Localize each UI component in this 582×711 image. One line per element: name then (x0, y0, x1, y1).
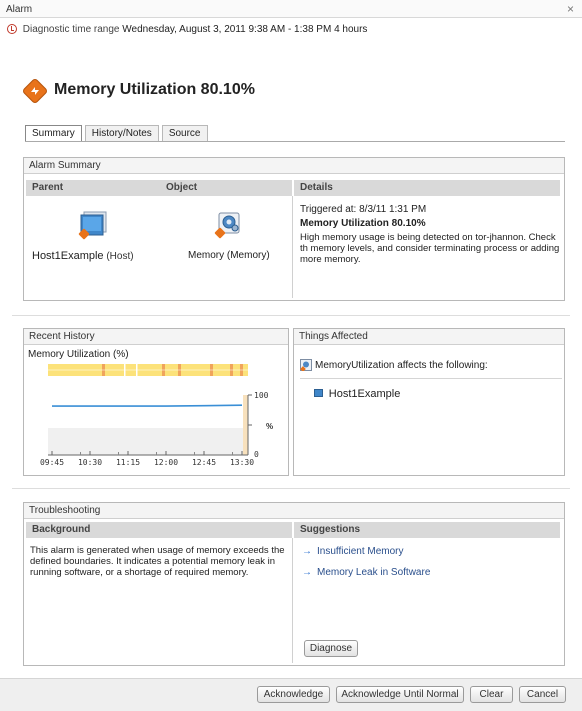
affects-divider (300, 378, 562, 379)
tab-summary[interactable]: Summary (25, 125, 82, 142)
parent-host[interactable]: Host1Example (Host) (32, 250, 134, 262)
y-tick-label-max: 100 (254, 391, 269, 400)
x-tick-label: 11:15 (116, 458, 140, 467)
recent-history-title: Recent History (24, 329, 288, 345)
tab-history-notes[interactable]: History/Notes (84, 125, 159, 141)
memory-series-line (52, 404, 243, 407)
diagnose-button[interactable]: Diagnose (304, 640, 358, 657)
affects-header: MemoryUtilization affects the following: (315, 360, 488, 371)
time-range-label: Diagnostic time range (22, 24, 120, 35)
x-tick-label: 09:45 (40, 458, 64, 467)
suggestions-column-header: Suggestions (294, 522, 560, 538)
tab-source[interactable]: Source (161, 125, 208, 141)
things-affected-panel: Things Affected MemoryUtilization affect… (293, 328, 565, 476)
arrow-right-icon: → (302, 546, 312, 557)
page-title: Memory Utilization 80.10% (54, 81, 255, 98)
alarm-summary-title: Alarm Summary (24, 158, 564, 174)
tab-divider (25, 141, 565, 142)
chart-title: Memory Utilization (%) (28, 349, 129, 360)
detail-title: Memory Utilization 80.10% (300, 218, 426, 229)
footer-bar: Acknowledge Acknowledge Until Normal Cle… (0, 678, 582, 711)
detail-text: High memory usage is being detected on t… (300, 232, 560, 265)
affected-item[interactable]: Host1Example (314, 388, 400, 400)
object-column-header: Object (166, 182, 198, 193)
cancel-button[interactable]: Cancel (519, 686, 566, 703)
x-tick-label: 10:30 (78, 458, 102, 467)
diagnostic-time-range: Diagnostic time range Wednesday, August … (7, 24, 367, 35)
alarm-window-highlight (243, 395, 248, 455)
x-tick-label: 12:00 (154, 458, 178, 467)
plot-background-upper (48, 395, 248, 428)
background-column-header: Background (26, 522, 292, 538)
things-affected-title: Things Affected (294, 329, 564, 345)
tab-bar: Summary History/Notes Source (25, 125, 211, 142)
alarm-diamond-icon (23, 79, 47, 103)
title-bar: Alarm × (0, 0, 582, 18)
background-text: This alarm is generated when usage of me… (30, 545, 285, 578)
parent-host-type: (Host) (106, 251, 134, 262)
arrow-right-icon: → (302, 567, 312, 578)
object-memory[interactable]: Memory (Memory) (188, 250, 270, 261)
clock-icon (7, 24, 17, 34)
x-tick-label: 13:30 (230, 458, 254, 467)
troubleshooting-title: Troubleshooting (24, 503, 564, 519)
section-separator (12, 315, 570, 316)
column-divider (292, 196, 293, 298)
close-icon[interactable]: × (567, 2, 574, 16)
memory-utilization-chart[interactable]: 09:45 10:30 11:15 12:00 12:45 13:30 100 0% (24, 363, 288, 475)
window-title: Alarm (6, 4, 33, 15)
recent-history-panel: Recent History Memory Utilization (%) 09… (23, 328, 289, 476)
triggered-at: Triggered at: 8/3/11 1:31 PM (300, 204, 427, 215)
clear-button[interactable]: Clear (470, 686, 513, 703)
acknowledge-button[interactable]: Acknowledge (257, 686, 330, 703)
suggestion-memory-leak[interactable]: → Memory Leak in Software (302, 567, 430, 578)
x-tick-label: 12:45 (192, 458, 216, 467)
affected-item-label: Host1Example (328, 388, 401, 400)
time-range-value: Wednesday, August 3, 2011 9:38 AM - 1:38… (122, 24, 368, 35)
details-column-header: Details (294, 180, 560, 196)
suggestion-insufficient-memory[interactable]: → Insufficient Memory (302, 546, 404, 557)
y-axis-label: % (266, 422, 273, 431)
plot-background-lower (48, 428, 248, 455)
y-tick-label-min: 0 (254, 450, 259, 459)
acknowledge-until-normal-button[interactable]: Acknowledge Until Normal (336, 686, 464, 703)
parent-host-name: Host1Example (32, 250, 104, 262)
host-small-icon (314, 389, 323, 397)
alarm-summary-panel: Alarm Summary Parent Object Details Host… (23, 157, 565, 301)
metric-icon (300, 359, 312, 371)
column-divider-2 (292, 538, 293, 663)
section-separator-2 (12, 488, 570, 489)
memory-icon[interactable] (214, 210, 244, 240)
troubleshooting-panel: Troubleshooting Background Suggestions T… (23, 502, 565, 666)
host-icon[interactable] (78, 210, 110, 240)
